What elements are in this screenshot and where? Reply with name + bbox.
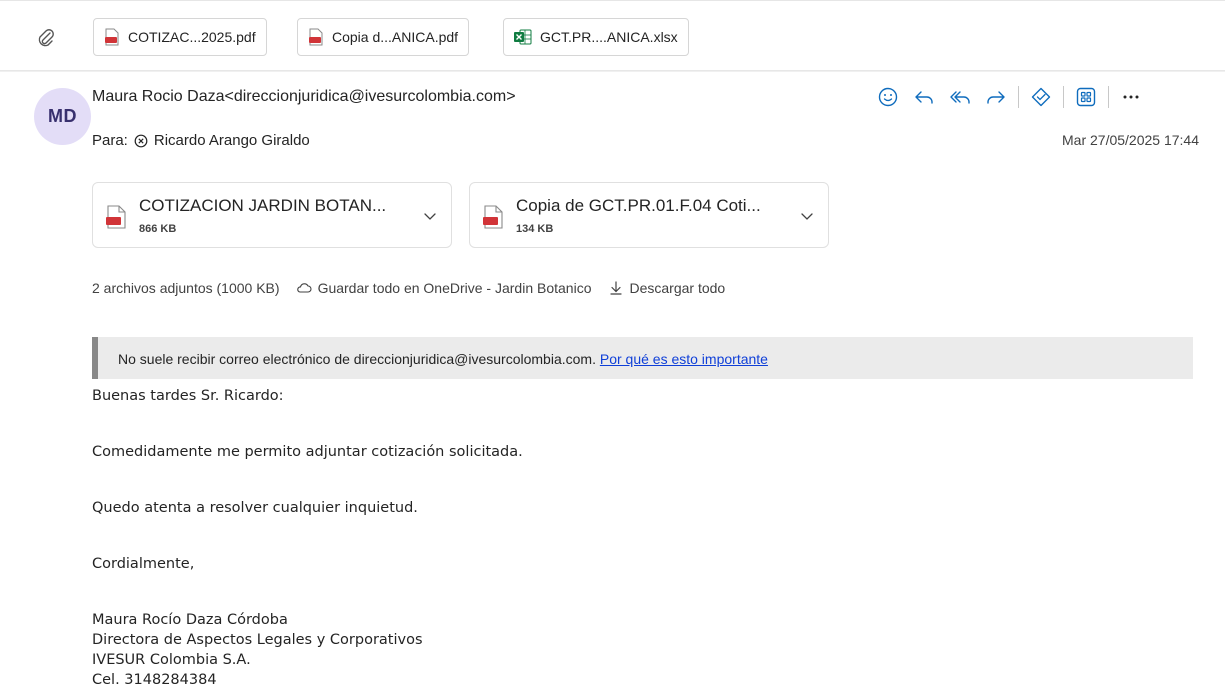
pdf-file-icon (309, 28, 323, 46)
sticker-button[interactable] (1023, 84, 1059, 110)
attachment-card-2[interactable]: Copia de GCT.PR.01.F.04 Coti... 134 KB (469, 182, 829, 248)
banner-message: No suele recibir correo electrónico de d… (118, 351, 768, 367)
excel-file-icon (514, 29, 532, 45)
attachment-chip-label: COTIZAC...2025.pdf (128, 29, 256, 45)
attachment-name: Copia de GCT.PR.01.F.04 Coti... (516, 196, 761, 215)
actions-separator (1063, 86, 1064, 108)
download-icon (609, 281, 622, 295)
message-date: Mar 27/05/2025 17:44 (1062, 132, 1199, 148)
signature-company: IVESUR Colombia S.A. (92, 652, 251, 668)
signature-name: Maura Rocío Daza Córdoba (92, 612, 288, 628)
apps-button[interactable] (1068, 84, 1104, 110)
reply-all-button[interactable] (942, 84, 978, 110)
top-divider (0, 0, 1225, 1)
to-label: Para: (92, 132, 128, 149)
sender-warning-banner: No suele recibir correo electrónico de d… (92, 337, 1193, 379)
strip-shadow (0, 70, 1225, 72)
more-icon (1123, 95, 1139, 99)
attachment-chip-xlsx[interactable]: GCT.PR....ANICA.xlsx (503, 18, 689, 56)
reply-icon (915, 91, 933, 104)
smiley-icon (878, 87, 898, 107)
attachment-size: 866 KB (139, 223, 177, 235)
message-actions (870, 84, 1149, 110)
body-greeting: Buenas tardes Sr. Ricardo: (92, 388, 284, 404)
download-all-button[interactable]: Descargar todo (608, 280, 726, 296)
sender-name[interactable]: Maura Rocio Daza<direccionjuridica@ivesu… (92, 88, 516, 106)
message-body: Buenas tardes Sr. Ricardo: Comedidamente… (92, 386, 523, 690)
sticker-icon (1031, 87, 1051, 107)
actions-separator (1108, 86, 1109, 108)
forward-icon (987, 91, 1005, 104)
actions-separator (1018, 86, 1019, 108)
attachment-size: 134 KB (516, 223, 554, 235)
chevron-down-icon[interactable] (800, 209, 814, 223)
signature-phone: Cel. 3148284384 (92, 672, 217, 688)
save-all-label: Guardar todo en OneDrive - Jardin Botani… (317, 280, 592, 296)
remove-recipient-icon[interactable] (134, 134, 148, 148)
save-all-onedrive-button[interactable]: Guardar todo en OneDrive - Jardin Botani… (296, 280, 592, 296)
forward-button[interactable] (978, 84, 1014, 110)
attachment-count: 2 archivos adjuntos (1000 KB) (92, 280, 280, 296)
pdf-file-icon (106, 205, 126, 229)
attachment-name: COTIZACION JARDIN BOTAN... (139, 196, 387, 215)
attachment-summary: 2 archivos adjuntos (1000 KB) Guardar to… (92, 280, 741, 296)
download-all-label: Descargar todo (629, 280, 726, 296)
why-important-link[interactable]: Por qué es esto importante (600, 351, 768, 367)
attachment-chip-pdf-1[interactable]: COTIZAC...2025.pdf (93, 18, 267, 56)
reaction-button[interactable] (870, 84, 906, 110)
cloud-icon (296, 283, 312, 293)
reply-all-icon (950, 91, 970, 104)
attachment-strip: COTIZAC...2025.pdf Copia d...ANICA.pdf G… (0, 0, 1225, 72)
signature: Maura Rocío Daza Córdoba Directora de As… (92, 610, 523, 690)
pdf-file-icon (105, 28, 119, 46)
reply-button[interactable] (906, 84, 942, 110)
banner-text: No suele recibir correo electrónico de d… (118, 351, 596, 367)
signature-title: Directora de Aspectos Legales y Corporat… (92, 632, 423, 648)
body-closing: Cordialmente, (92, 556, 195, 572)
pdf-file-icon (483, 205, 503, 229)
avatar[interactable]: MD (34, 88, 91, 145)
attachment-card-1[interactable]: COTIZACION JARDIN BOTAN... 866 KB (92, 182, 452, 248)
attachment-chip-label: GCT.PR....ANICA.xlsx (540, 29, 678, 45)
chevron-down-icon[interactable] (423, 209, 437, 223)
more-actions-button[interactable] (1113, 84, 1149, 110)
paperclip-icon[interactable] (36, 28, 56, 48)
recipient-line: Para: Ricardo Arango Giraldo (92, 132, 310, 149)
attachment-chip-label: Copia d...ANICA.pdf (332, 29, 459, 45)
recipient-name[interactable]: Ricardo Arango Giraldo (154, 132, 310, 149)
attachment-chip-pdf-2[interactable]: Copia d...ANICA.pdf (297, 18, 470, 56)
body-line-1: Comedidamente me permito adjuntar cotiza… (92, 444, 523, 460)
apps-icon (1076, 87, 1096, 107)
body-line-2: Quedo atenta a resolver cualquier inquie… (92, 500, 418, 516)
